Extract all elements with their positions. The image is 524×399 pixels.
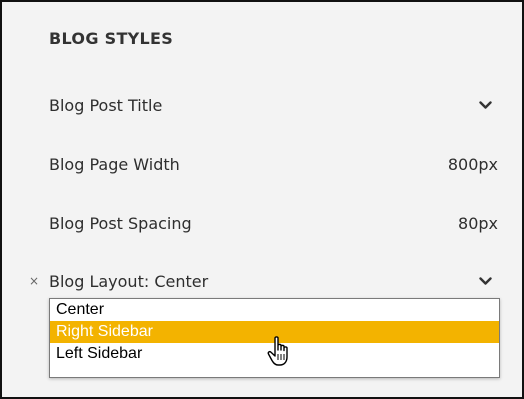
blog-layout-row[interactable]: Blog Layout: Center bbox=[49, 267, 498, 295]
blog-styles-panel: BLOG STYLES Blog Post Title Blog Page Wi… bbox=[0, 0, 524, 399]
chevron-down-icon[interactable] bbox=[478, 274, 492, 288]
chevron-down-icon[interactable] bbox=[478, 98, 492, 112]
blog-post-spacing-label: Blog Post Spacing bbox=[49, 213, 192, 233]
blog-page-width-value[interactable]: 800px bbox=[448, 155, 498, 174]
section-title: BLOG STYLES bbox=[49, 29, 174, 48]
blog-layout-label: Blog Layout: Center bbox=[49, 271, 209, 291]
option-center[interactable]: Center bbox=[50, 299, 499, 321]
blog-post-title-label: Blog Post Title bbox=[49, 95, 163, 115]
blog-post-spacing-row[interactable]: Blog Post Spacing 80px bbox=[49, 209, 498, 237]
blog-post-spacing-value[interactable]: 80px bbox=[458, 214, 498, 233]
hand-pointer-icon bbox=[266, 335, 296, 369]
clear-icon[interactable]: × bbox=[29, 275, 39, 287]
blog-page-width-label: Blog Page Width bbox=[49, 154, 180, 174]
blog-page-width-row[interactable]: Blog Page Width 800px bbox=[49, 150, 498, 178]
blog-post-title-row[interactable]: Blog Post Title bbox=[49, 91, 498, 119]
